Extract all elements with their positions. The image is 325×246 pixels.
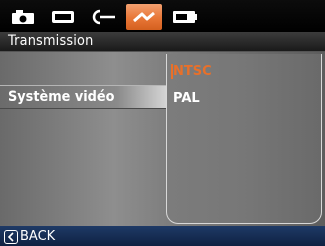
tab-transmission[interactable] <box>126 4 162 30</box>
back-label: BACK <box>20 229 56 244</box>
menu-item-video-system[interactable]: Système vidéo <box>0 85 167 109</box>
options-popup: NTSC PAL <box>166 54 322 224</box>
transmission-icon <box>133 11 155 23</box>
header-bar: Transmission <box>0 32 325 52</box>
tab-camera[interactable] <box>6 6 40 28</box>
page-title: Transmission <box>8 33 94 49</box>
option-pal[interactable]: PAL <box>173 91 200 106</box>
option-ntsc[interactable]: NTSC <box>173 64 212 79</box>
battery-card-icon <box>173 11 197 23</box>
menu-item-label: Système vidéo <box>8 89 115 105</box>
tab-battery-card[interactable] <box>168 6 202 28</box>
back-button[interactable]: BACK <box>4 229 55 244</box>
bottom-bar: BACK <box>0 226 325 246</box>
tab-connection[interactable] <box>86 6 120 28</box>
tab-display[interactable] <box>46 6 80 28</box>
camera-icon <box>12 10 34 24</box>
tab-bar <box>0 0 325 32</box>
back-arrow-icon <box>4 229 18 244</box>
connector-icon <box>92 9 115 25</box>
display-icon <box>52 11 74 23</box>
